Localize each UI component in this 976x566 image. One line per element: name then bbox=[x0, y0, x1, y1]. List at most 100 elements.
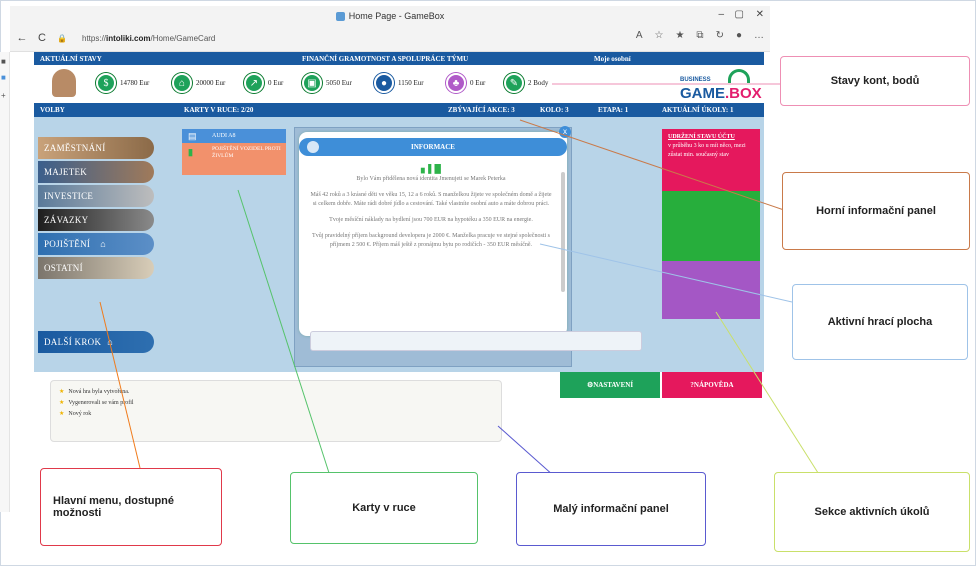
next-step-button[interactable]: DALŠÍ KROK ⌂ bbox=[38, 331, 154, 353]
stat-savings: ♣ 0 Eur bbox=[446, 73, 485, 93]
modal-close-icon[interactable]: x bbox=[559, 126, 571, 138]
task-card[interactable]: UDRŽENÍ STAVU ÚČTU v průběhu 3 ko u mít n… bbox=[662, 129, 760, 191]
info-modal: INFORMACE x ▖▌█ Bylo Vám přidělena nová … bbox=[299, 126, 571, 336]
menu-item-label: ZÁVAZKY bbox=[44, 215, 89, 225]
settings-label: NASTAVENÍ bbox=[593, 381, 634, 389]
settings-button[interactable]: ⚙ NASTAVENÍ bbox=[560, 372, 660, 398]
task-text: v průběhu 3 ko u mít něco, mezi zůstat m… bbox=[668, 143, 746, 158]
url-field[interactable]: https://intoliki.com/Home/GameCard bbox=[82, 34, 215, 43]
card-insurance[interactable]: ▮ POJIŠTĚNÍ VOZIDEL PROTI ŽIVLŮM bbox=[182, 143, 286, 175]
cards-in-hand: ▤ AUDI A8 ▮ POJIŠTĚNÍ VOZIDEL PROTI ŽIVLŮM bbox=[182, 129, 286, 191]
address-bar: ← C 🔒 https://intoliki.com/Home/GameCard… bbox=[10, 28, 770, 48]
lock-icon: 🔒 bbox=[57, 33, 67, 43]
modal-header: INFORMACE bbox=[299, 138, 567, 156]
stat-value: 14780 Eur bbox=[120, 79, 150, 87]
menu-item-label: OSTATNÍ bbox=[44, 263, 83, 273]
next-step-label: DALŠÍ KROK bbox=[44, 337, 102, 347]
stage-label: ETAPA: 1 bbox=[598, 106, 629, 114]
current-tasks-label: AKTUÁLNÍ ÚKOLY: 1 bbox=[662, 106, 734, 114]
remaining-actions-label: ZBÝVAJÍCÍ AKCE: 3 bbox=[448, 106, 515, 114]
stat-value: 2 Body bbox=[528, 79, 549, 87]
card-label: AUDI A8 bbox=[212, 133, 236, 139]
menu-item-property[interactable]: MAJETEK bbox=[38, 161, 154, 183]
logo-box: .BOX bbox=[725, 85, 762, 102]
modal-paragraph: Bylo Vám přidělena nová identita Jmenuje… bbox=[356, 176, 506, 182]
menu-item-label: MAJETEK bbox=[44, 167, 88, 177]
stat-investment: ↗ 0 Eur bbox=[244, 73, 283, 93]
modal-title: INFORMACE bbox=[411, 143, 455, 151]
tab-favicon-icon bbox=[335, 11, 345, 21]
stat-value: 1150 Eur bbox=[398, 79, 424, 87]
menu-item-investment[interactable]: INVESTICE bbox=[38, 185, 154, 207]
star-icon: ★ bbox=[59, 400, 65, 406]
log-text: Nový rok bbox=[68, 411, 92, 417]
more-icon[interactable]: … bbox=[754, 30, 764, 41]
menu-item-employment[interactable]: ZAMĚSTNÁNÍ bbox=[38, 137, 154, 159]
read-aloud-icon[interactable]: A bbox=[636, 30, 643, 41]
small-info-panel: ★ Nová hra byla vytvořena. ★ Vygenerovali … bbox=[50, 380, 502, 442]
back-icon[interactable]: ← bbox=[14, 32, 30, 44]
stat-money: $14780 Eur bbox=[96, 73, 149, 93]
add-icon[interactable]: + bbox=[1, 92, 9, 100]
stat-property: ⌂ 20000 Eur bbox=[172, 73, 225, 93]
task-slot-purple[interactable] bbox=[662, 261, 760, 319]
menu-item-liabilities[interactable]: ZÁVAZKY bbox=[38, 209, 154, 231]
modal-scrollbar[interactable] bbox=[561, 172, 565, 292]
tab-title[interactable]: Home Page - GameBox bbox=[349, 11, 445, 21]
house-icon: ⌂ bbox=[172, 73, 192, 93]
piggy-icon: ♣ bbox=[446, 73, 466, 93]
modal-body: ▖▌█ Bylo Vám přidělena nová identita Jme… bbox=[309, 164, 553, 332]
board-input[interactable] bbox=[310, 331, 642, 351]
minimize-icon[interactable]: – bbox=[718, 9, 724, 20]
growth-icon: ↗ bbox=[244, 73, 264, 93]
points-icon: ✎ bbox=[504, 73, 524, 93]
menu-item-label: ZAMĚSTNÁNÍ bbox=[44, 143, 106, 153]
sidebar-app-icon[interactable]: ■ bbox=[1, 74, 9, 82]
profile-icon[interactable]: ● bbox=[736, 30, 742, 41]
reload-icon[interactable]: C bbox=[34, 32, 50, 44]
stat-value: 0 Eur bbox=[268, 79, 284, 87]
my-settings-link[interactable]: Moje osobní bbox=[594, 55, 631, 63]
history-icon[interactable]: ↻ bbox=[716, 30, 724, 41]
log-text: Nová hra byla vytvořena. bbox=[68, 389, 130, 395]
task-slot-green[interactable] bbox=[662, 191, 760, 261]
favorite-icon[interactable]: ☆ bbox=[654, 30, 663, 41]
maximize-icon[interactable]: ▢ bbox=[735, 9, 744, 20]
stat-wallet: ▣ 5050 Eur bbox=[302, 73, 352, 93]
modal-paragraph: Tvůj pravidelný příjem background develo… bbox=[312, 233, 550, 248]
logo-big-text: GAME.BOX bbox=[680, 85, 762, 102]
stat-points: ✎ 2 Body bbox=[504, 73, 548, 93]
browser-chrome: Home Page - GameBox – ▢ ✕ ← C 🔒 https://… bbox=[10, 6, 770, 52]
chat-icon bbox=[307, 141, 319, 153]
family-icon: ⌂ bbox=[107, 337, 113, 347]
collections-icon[interactable]: ⧉ bbox=[696, 30, 703, 41]
menu-item-label: POJIŠTĚNÍ bbox=[44, 239, 91, 249]
family-icon: ⌂ bbox=[100, 239, 106, 249]
help-button[interactable]: ? NÁPOVĚDA bbox=[662, 372, 762, 398]
url-path: /Home/GameCard bbox=[150, 33, 216, 43]
cards-in-hand-label: KARTY V RUCE: 2/20 bbox=[184, 106, 254, 114]
menu-item-other[interactable]: OSTATNÍ bbox=[38, 257, 154, 279]
callout-stavy: Stavy kont, bodů bbox=[780, 56, 970, 106]
top-bar: AKTUÁLNÍ STAVY FINANČNÍ GRAMOTNOST A SPO… bbox=[34, 52, 764, 65]
logo-game: GAME bbox=[680, 85, 725, 102]
stat-value: 0 Eur bbox=[470, 79, 486, 87]
current-state-label: AKTUÁLNÍ STAVY bbox=[40, 55, 102, 63]
callout-karty: Karty v ruce bbox=[290, 472, 478, 544]
callout-aktivni: Aktivní hrací plocha bbox=[792, 284, 968, 360]
game-area: AKTUÁLNÍ STAVY FINANČNÍ GRAMOTNOST A SPO… bbox=[34, 52, 764, 512]
wallet-icon: ▣ bbox=[302, 73, 322, 93]
modal-paragraph: Tvoje měsíční náklady na bydlení jsou 70… bbox=[329, 217, 533, 223]
favorites-icon[interactable]: ★ bbox=[675, 30, 684, 41]
signal-icon: ▖▌█ bbox=[421, 164, 441, 173]
close-icon[interactable]: ✕ bbox=[756, 9, 764, 20]
modal-paragraph: Máš 42 roků a 3 krásné děti ve věku 15, … bbox=[310, 192, 552, 207]
menu-item-insurance[interactable]: POJIŠTĚNÍ ⌂ bbox=[38, 233, 154, 255]
card-audi[interactable]: ▤ AUDI A8 bbox=[182, 129, 286, 143]
avatar[interactable] bbox=[52, 69, 76, 97]
logo-small-text: BUSINESS bbox=[680, 77, 711, 83]
help-label: NÁPOVĚDA bbox=[693, 381, 734, 389]
browser-titlebar: Home Page - GameBox – ▢ ✕ bbox=[10, 6, 770, 26]
tabs-icon[interactable]: ■ bbox=[1, 58, 9, 66]
task-title: UDRŽENÍ STAVU ÚČTU bbox=[668, 134, 735, 140]
